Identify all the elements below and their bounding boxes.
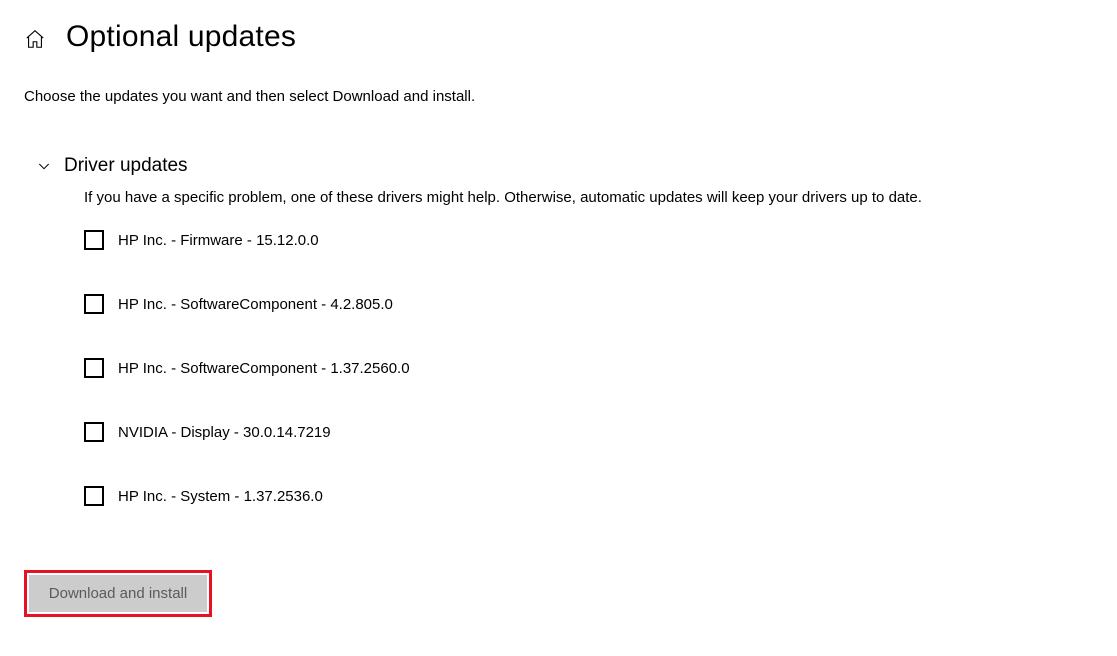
update-checkbox[interactable] [84,358,104,378]
update-item: HP Inc. - System - 1.37.2536.0 [84,486,1093,506]
chevron-down-icon [36,158,52,174]
home-icon[interactable] [24,28,46,50]
section-description: If you have a specific problem, one of t… [84,189,1093,206]
driver-updates-toggle[interactable]: Driver updates [36,155,1093,177]
update-item: NVIDIA - Display - 30.0.14.7219 [84,422,1093,442]
update-label: HP Inc. - SoftwareComponent - 4.2.805.0 [118,296,393,313]
update-item: HP Inc. - Firmware - 15.12.0.0 [84,230,1093,250]
update-item: HP Inc. - SoftwareComponent - 1.37.2560.… [84,358,1093,378]
update-label: HP Inc. - Firmware - 15.12.0.0 [118,232,319,249]
highlighted-region: Download and install [24,570,212,617]
section-title: Driver updates [64,155,188,177]
instruction-text: Choose the updates you want and then sel… [24,88,1093,105]
download-install-button[interactable]: Download and install [29,575,207,612]
update-checkbox[interactable] [84,486,104,506]
update-checkbox[interactable] [84,294,104,314]
update-label: NVIDIA - Display - 30.0.14.7219 [118,424,331,441]
update-checkbox[interactable] [84,422,104,442]
update-item: HP Inc. - SoftwareComponent - 4.2.805.0 [84,294,1093,314]
update-label: HP Inc. - System - 1.37.2536.0 [118,488,323,505]
update-label: HP Inc. - SoftwareComponent - 1.37.2560.… [118,360,410,377]
update-checkbox[interactable] [84,230,104,250]
page-title: Optional updates [66,20,296,54]
update-list: HP Inc. - Firmware - 15.12.0.0 HP Inc. -… [84,230,1093,506]
